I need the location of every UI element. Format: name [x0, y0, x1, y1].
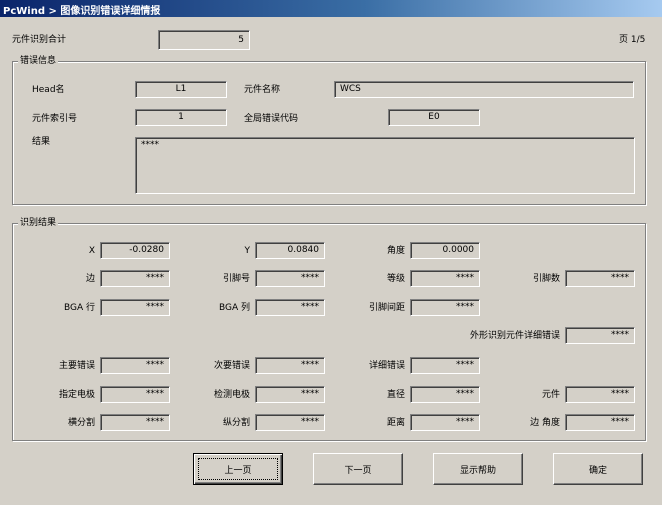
head-field: L1 [135, 81, 227, 98]
distance-field: **** [410, 414, 480, 431]
y-label: Y [244, 246, 251, 256]
bga-row-label: BGA 行 [63, 303, 95, 313]
previous-page-button[interactable]: 上一页 [193, 453, 283, 485]
error-info-group-title: 错误信息 [18, 55, 59, 67]
angle-label: 角度 [386, 246, 405, 256]
component-total-label: 元件识别合计 [12, 35, 67, 45]
detected-electrode-label: 检测电极 [213, 390, 250, 400]
main-error-field: **** [100, 357, 170, 374]
distance-label: 距离 [386, 418, 405, 428]
edge-field: **** [100, 270, 170, 287]
horizontal-split-field: **** [100, 414, 170, 431]
specified-electrode-label: 指定电极 [58, 390, 95, 400]
global-error-code-field: E0 [388, 109, 480, 126]
bga-column-field: **** [255, 299, 325, 316]
head-label: Head名 [32, 85, 65, 95]
recognition-result-group-title: 识别结果 [18, 217, 59, 229]
horizontal-split-label: 横分割 [67, 418, 95, 428]
component-label: 元件 [541, 390, 560, 400]
component-index-field: 1 [135, 109, 227, 126]
edge-label: 边 [85, 274, 95, 284]
result-field: **** [135, 137, 635, 194]
grade-field: **** [410, 270, 480, 287]
pin-pitch-label: 引脚间距 [368, 303, 405, 313]
component-name-field: WCS [334, 81, 634, 98]
grade-label: 等级 [386, 274, 405, 284]
vertical-split-field: **** [255, 414, 325, 431]
ok-button[interactable]: 确定 [553, 453, 643, 485]
detected-electrode-field: **** [255, 386, 325, 403]
specified-electrode-field: **** [100, 386, 170, 403]
bga-column-label: BGA 列 [218, 303, 250, 313]
pin-count-field: **** [565, 270, 635, 287]
y-field: 0.0840 [255, 242, 325, 259]
angle-field: 0.0000 [410, 242, 480, 259]
main-error-label: 主要错误 [58, 361, 95, 371]
component-field: **** [565, 386, 635, 403]
bga-row-field: **** [100, 299, 170, 316]
vertical-split-label: 纵分割 [222, 418, 250, 428]
outline-detail-error-field: **** [565, 327, 635, 344]
edge-angle-field: **** [565, 414, 635, 431]
diameter-field: **** [410, 386, 480, 403]
x-label: X [88, 246, 95, 256]
pin-pitch-field: **** [410, 299, 480, 316]
component-index-label: 元件索引号 [32, 114, 78, 124]
window-title: PcWind > 图像识别错误详细情报 [3, 6, 161, 17]
outline-detail-error-label: 外形识别元件详细错误 [469, 331, 560, 341]
pin-number-field: **** [255, 270, 325, 287]
sub-error-label: 次要错误 [213, 361, 250, 371]
sub-error-field: **** [255, 357, 325, 374]
result-label: 结果 [32, 137, 51, 147]
page-indicator: 页 1/5 [619, 35, 646, 45]
dialog-window: PcWind > 图像识别错误详细情报 元件识别合计 5 页 1/5 错误信息 … [0, 0, 662, 505]
edge-angle-label: 边 角度 [530, 418, 560, 428]
x-field: -0.0280 [100, 242, 170, 259]
component-name-label: 元件名称 [244, 85, 281, 95]
title-bar[interactable]: PcWind > 图像识别错误详细情报 [0, 0, 662, 17]
next-page-button[interactable]: 下一页 [313, 453, 403, 485]
diameter-label: 直径 [386, 390, 405, 400]
global-error-code-label: 全局错误代码 [244, 114, 299, 124]
detail-error-label: 详细错误 [368, 361, 405, 371]
pin-count-label: 引脚数 [532, 274, 560, 284]
detail-error-field: **** [410, 357, 480, 374]
pin-number-label: 引脚号 [222, 274, 250, 284]
show-help-button[interactable]: 显示帮助 [433, 453, 523, 485]
component-total-field: 5 [158, 30, 250, 50]
